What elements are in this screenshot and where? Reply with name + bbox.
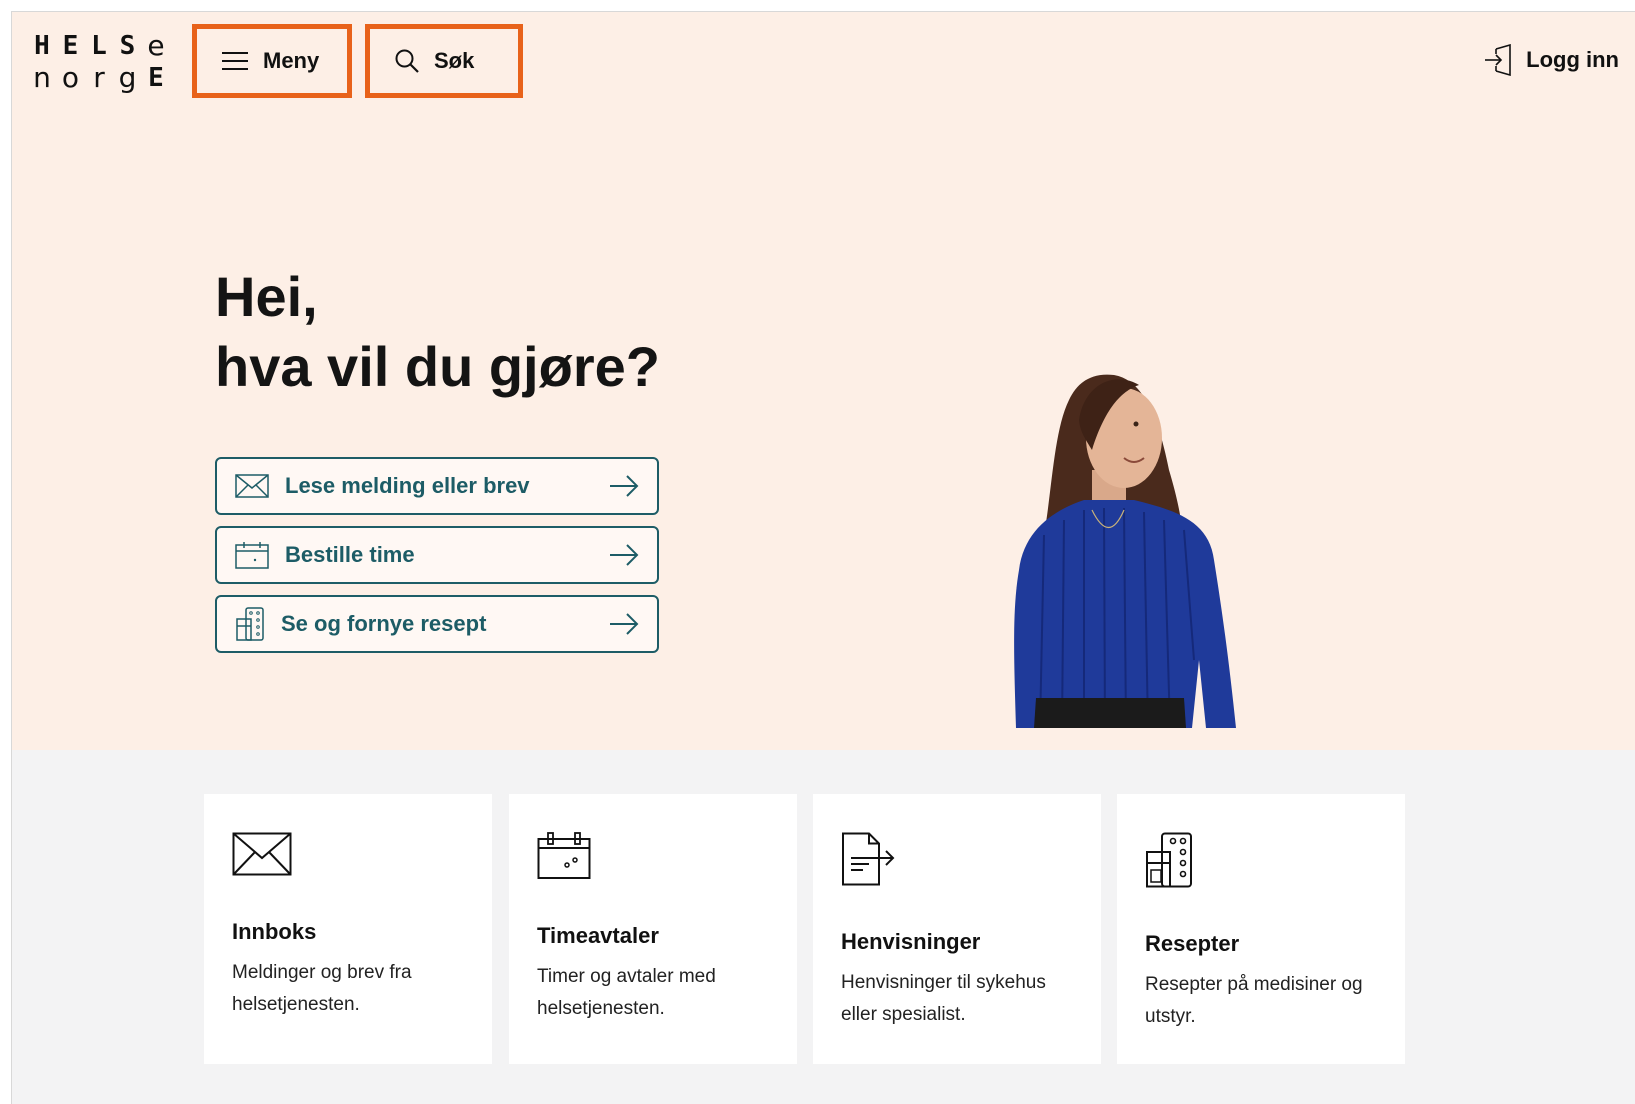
card-description: Timer og avtaler med helsetjenesten. xyxy=(537,966,716,1019)
arrow-right-icon xyxy=(610,475,639,497)
envelope-icon xyxy=(232,832,292,876)
pill-icon xyxy=(236,607,264,641)
search-label: Søk xyxy=(434,48,475,73)
action-label: Bestille time xyxy=(285,542,415,567)
card-description: Resepter på medisiner og utstyr. xyxy=(1145,974,1363,1027)
page-title: Hei, hva vil du gjøre? xyxy=(215,265,660,398)
logo-row-top: H E L S e xyxy=(34,29,167,62)
card-title: Henvisninger xyxy=(841,929,981,954)
login-icon xyxy=(1485,44,1511,76)
action-book-appointment[interactable]: Bestille time xyxy=(215,526,659,584)
prescription-icon xyxy=(1146,832,1192,888)
page-frame: H E L S e n o r g E Meny Søk Logg inn He… xyxy=(11,11,1635,1104)
action-label: Lese melding eller brev xyxy=(285,473,530,498)
arrow-right-icon xyxy=(610,544,639,566)
hero-section: H E L S e n o r g E Meny Søk Logg inn He… xyxy=(12,12,1635,750)
card-inbox[interactable]: Innboks Meldinger og brev fra helsetjene… xyxy=(204,794,492,1064)
arrow-right-icon xyxy=(610,613,639,635)
action-label: Se og fornye resept xyxy=(281,611,487,636)
helsenorge-logo[interactable]: H E L S e n o r g E xyxy=(30,30,170,94)
person-illustration xyxy=(1014,374,1236,729)
search-icon xyxy=(395,49,419,73)
card-prescriptions[interactable]: Resepter Resepter på medisiner og utstyr… xyxy=(1117,794,1405,1064)
card-referrals[interactable]: Henvisninger Henvisninger til sykehus el… xyxy=(813,794,1101,1064)
card-appointments[interactable]: Timeavtaler Timer og avtaler med helsetj… xyxy=(509,794,797,1064)
search-button[interactable]: Søk xyxy=(365,24,523,98)
action-read-message[interactable]: Lese melding eller brev xyxy=(215,457,659,515)
card-title: Resepter xyxy=(1145,931,1240,956)
menu-button[interactable]: Meny xyxy=(192,24,352,98)
referral-icon xyxy=(842,832,895,886)
login-button[interactable]: Logg inn xyxy=(1484,44,1619,76)
card-title: Timeavtaler xyxy=(537,923,659,948)
logo-row-bottom: n o r g E xyxy=(33,61,166,94)
card-description: Meldinger og brev fra helsetjenesten. xyxy=(232,962,412,1015)
calendar-icon xyxy=(235,542,269,569)
card-title: Innboks xyxy=(232,919,317,944)
card-description: Henvisninger til sykehus eller spesialis… xyxy=(841,972,1046,1025)
hamburger-icon xyxy=(222,52,248,70)
menu-label: Meny xyxy=(263,48,320,73)
envelope-icon xyxy=(235,474,269,498)
login-label: Logg inn xyxy=(1526,47,1619,72)
calendar-icon xyxy=(537,832,591,879)
action-renew-prescription[interactable]: Se og fornye resept xyxy=(215,595,659,653)
